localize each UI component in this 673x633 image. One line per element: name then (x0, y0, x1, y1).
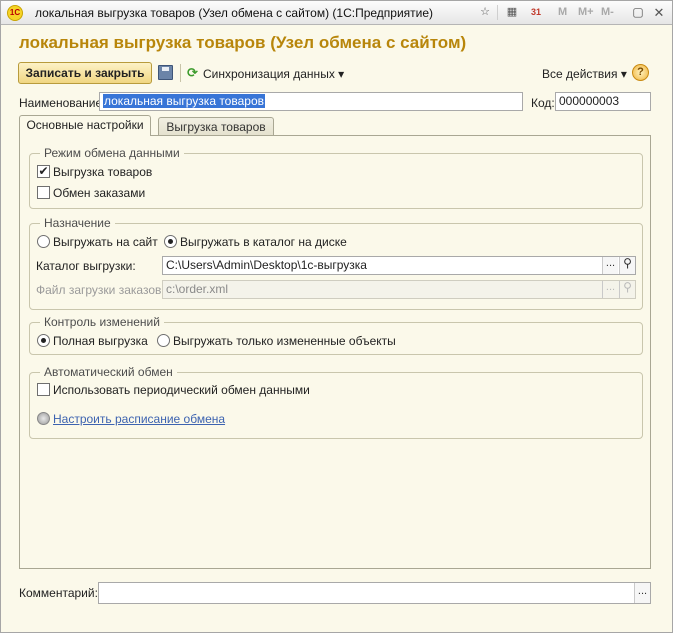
tab-main-settings[interactable]: Основные настройки (19, 115, 151, 136)
memory-button-mplus[interactable]: M+ (578, 6, 594, 18)
calendar-icon[interactable]: 31 (528, 4, 544, 21)
comment-choose-button[interactable]: ... (634, 583, 650, 603)
all-actions-menu[interactable]: Все действия ▾ (542, 67, 627, 81)
group-auto-exchange: Автоматический обмен Использовать период… (29, 365, 643, 439)
group-title: Автоматический обмен (40, 365, 177, 379)
name-label: Наименование: (19, 96, 106, 110)
name-field[interactable]: локальная выгрузка товаров (99, 92, 523, 111)
chevron-down-icon: ▾ (620, 67, 627, 81)
changed-only-label: Выгружать только измененные объекты (173, 334, 396, 348)
configure-schedule-link[interactable]: Настроить расписание обмена (53, 412, 225, 426)
comment-field[interactable]: ... (98, 582, 651, 604)
full-export-radio[interactable] (37, 334, 50, 347)
group-title: Контроль изменений (40, 315, 164, 329)
group-exchange-mode: Режим обмена данными ✔ Выгрузка товаров … (29, 146, 643, 209)
export-to-disk-radio[interactable] (164, 235, 177, 248)
goods-export-label: Выгрузка товаров (53, 165, 153, 179)
tab-goods-export[interactable]: Выгрузка товаров (158, 117, 274, 137)
export-dir-label: Каталог выгрузки: (36, 259, 136, 273)
code-field[interactable]: 000000003 (555, 92, 651, 111)
comment-label: Комментарий: (19, 586, 98, 600)
window-title: локальная выгрузка товаров (Узел обмена … (35, 6, 434, 20)
window-restore-icon[interactable]: ▢ (630, 4, 646, 21)
calculator-icon[interactable]: ▦ (504, 4, 520, 21)
name-value: локальная выгрузка товаров (103, 94, 265, 108)
search-icon[interactable]: ⚲ (619, 257, 635, 274)
page-title: локальная выгрузка товаров (Узел обмена … (19, 33, 467, 52)
all-actions-label: Все действия (542, 67, 618, 81)
export-dir-field[interactable]: C:\Users\Admin\Desktop\1с-выгрузка ... ⚲ (162, 256, 636, 275)
form-window: 1C локальная выгрузка товаров (Узел обме… (0, 0, 673, 633)
orders-exchange-checkbox[interactable] (37, 186, 50, 199)
save-and-close-button[interactable]: Записать и закрыть (18, 62, 152, 84)
periodic-exchange-label: Использовать периодический обмен данными (53, 383, 310, 397)
memory-button-m[interactable]: M (558, 6, 567, 18)
export-to-site-label: Выгружать на сайт (53, 235, 158, 249)
orders-file-value: c:\order.xml (166, 282, 229, 296)
full-export-label: Полная выгрузка (53, 334, 148, 348)
memory-button-mminus[interactable]: M- (601, 6, 614, 18)
group-title: Назначение (40, 216, 115, 230)
orders-file-choose-button: ... (602, 281, 618, 298)
periodic-exchange-checkbox[interactable] (37, 383, 50, 396)
save-icon[interactable] (158, 65, 173, 80)
titlebar-separator (497, 5, 498, 20)
export-to-site-radio[interactable] (37, 235, 50, 248)
sync-data-menu[interactable]: Синхронизация данных ▾ (203, 67, 344, 81)
app-logo-icon: 1C (7, 5, 23, 21)
changed-only-radio[interactable] (157, 334, 170, 347)
chevron-down-icon: ▾ (338, 67, 345, 81)
code-label: Код: (531, 96, 555, 110)
export-to-disk-label: Выгружать в каталог на диске (180, 235, 347, 249)
tab-panel-main-settings: Режим обмена данными ✔ Выгрузка товаров … (19, 135, 651, 569)
favorites-star-icon[interactable]: ☆ (477, 4, 493, 21)
code-value: 000000003 (559, 94, 620, 108)
close-icon[interactable]: ✕ (651, 4, 667, 21)
group-title: Режим обмена данными (40, 146, 184, 160)
search-icon: ⚲ (619, 281, 635, 298)
group-change-control: Контроль изменений Полная выгрузка Выгру… (29, 315, 643, 355)
goods-export-checkbox[interactable]: ✔ (37, 165, 50, 178)
schedule-icon (37, 412, 50, 425)
command-separator (180, 64, 181, 82)
export-dir-choose-button[interactable]: ... (602, 257, 618, 274)
orders-exchange-label: Обмен заказами (53, 186, 146, 200)
sync-data-label: Синхронизация данных (203, 67, 335, 81)
export-dir-value: C:\Users\Admin\Desktop\1с-выгрузка (166, 258, 367, 272)
orders-file-label: Файл загрузки заказов: (36, 283, 165, 297)
help-icon[interactable]: ? (632, 64, 649, 81)
title-bar: 1C локальная выгрузка товаров (Узел обме… (1, 1, 672, 25)
orders-file-field: c:\order.xml ... ⚲ (162, 280, 636, 299)
group-destination: Назначение Выгружать на сайт Выгружать в… (29, 216, 643, 310)
sync-icon[interactable]: ⟳ (187, 65, 198, 81)
